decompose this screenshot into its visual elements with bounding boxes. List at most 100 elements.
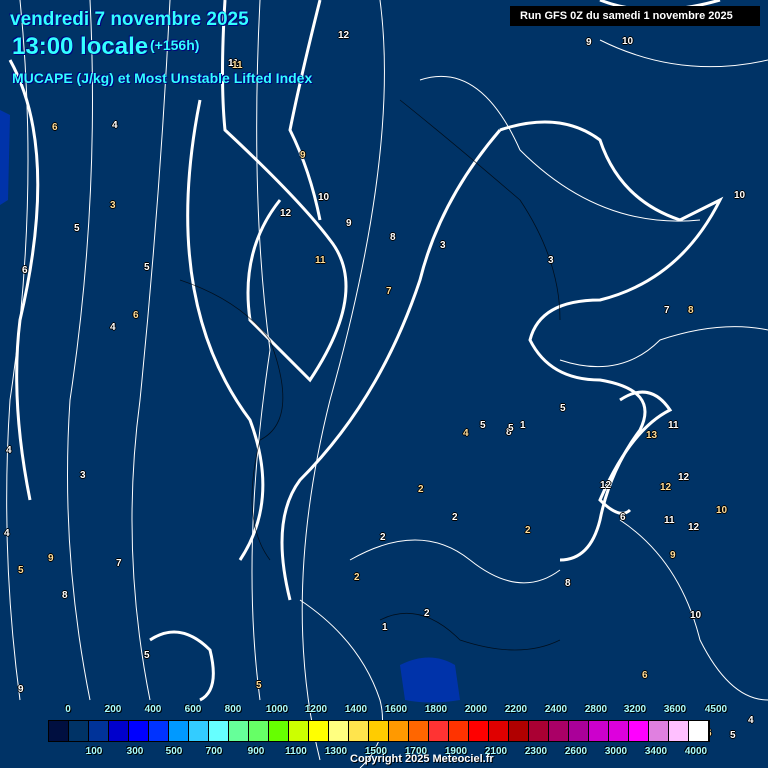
lifted-index-label: 9 xyxy=(586,37,592,48)
lifted-index-label: 4 xyxy=(463,428,469,439)
colorbar-bottom-label: 100 xyxy=(85,746,103,757)
lifted-index-label: 2 xyxy=(424,608,430,619)
forecast-time: 13:00 locale xyxy=(12,33,149,60)
colorbar-swatch xyxy=(429,721,449,741)
lifted-index-label: 8 xyxy=(565,578,571,589)
weather-map xyxy=(0,0,768,768)
lifted-index-label: 6 xyxy=(620,512,626,523)
copyright: Copyright 2025 Meteociel.fr xyxy=(350,753,494,765)
lifted-index-label: 8 xyxy=(390,232,396,243)
colorbar-top-label: 2800 xyxy=(584,704,608,715)
lifted-index-label: 2 xyxy=(354,572,360,583)
colorbar-swatch xyxy=(469,721,489,741)
lifted-index-label: 12 xyxy=(600,480,612,491)
colorbar-swatch xyxy=(589,721,609,741)
colorbar xyxy=(48,720,710,742)
colorbar-swatch xyxy=(249,721,269,741)
colorbar-bottom-label: 1100 xyxy=(285,746,307,757)
colorbar-swatch xyxy=(629,721,649,741)
lifted-index-label: 10 xyxy=(734,190,746,201)
colorbar-swatch xyxy=(49,721,69,741)
colorbar-top-label: 0 xyxy=(65,704,71,715)
colorbar-top-label: 1800 xyxy=(424,704,448,715)
colorbar-swatch xyxy=(349,721,369,741)
colorbar-swatch xyxy=(329,721,349,741)
colorbar-swatch xyxy=(669,721,689,741)
lifted-index-label: 3 xyxy=(80,470,86,481)
lifted-index-label: 10 xyxy=(318,192,330,203)
colorbar-swatch xyxy=(549,721,569,741)
lifted-index-label: 10 xyxy=(716,505,728,516)
lifted-index-label: 5 xyxy=(18,565,24,576)
lifted-index-label: 12 xyxy=(280,208,292,219)
lifted-index-label: 5 xyxy=(508,423,514,434)
colorbar-swatch xyxy=(569,721,589,741)
colorbar-top-label: 3600 xyxy=(663,704,687,715)
colorbar-swatch xyxy=(189,721,209,741)
colorbar-swatch xyxy=(649,721,669,741)
lifted-index-label: 3 xyxy=(548,255,554,266)
lifted-index-label: 11 xyxy=(315,255,326,266)
colorbar-swatch xyxy=(69,721,89,741)
colorbar-bottom-label: 2600 xyxy=(564,746,588,757)
colorbar-swatch xyxy=(369,721,389,741)
lifted-index-label: 12 xyxy=(688,522,700,533)
colorbar-swatch xyxy=(169,721,189,741)
colorbar-swatch xyxy=(489,721,509,741)
colorbar-top-label: 800 xyxy=(224,704,242,715)
colorbar-bottom-label: 4000 xyxy=(684,746,708,757)
lifted-index-label: 9 xyxy=(48,553,54,564)
colorbar-top-label: 200 xyxy=(104,704,122,715)
colorbar-swatch xyxy=(109,721,129,741)
lifted-index-label: 1 xyxy=(520,420,526,431)
lifted-index-label: 2 xyxy=(452,512,458,523)
colorbar-swatch xyxy=(409,721,429,741)
colorbar-swatch xyxy=(689,721,709,741)
colorbar-swatch xyxy=(289,721,309,741)
lifted-index-label: 3 xyxy=(440,240,446,251)
lifted-index-label: 2 xyxy=(418,484,424,495)
colorbar-bottom-label: 700 xyxy=(205,746,223,757)
cape-patch xyxy=(400,657,460,703)
lifted-index-label: 11 xyxy=(668,420,679,431)
colorbar-swatch xyxy=(529,721,549,741)
lifted-index-label: 5 xyxy=(74,223,80,234)
colorbar-swatch xyxy=(229,721,249,741)
lifted-index-label: 10 xyxy=(622,36,634,47)
colorbar-swatch xyxy=(269,721,289,741)
lifted-index-label: 11 xyxy=(664,515,675,526)
colorbar-swatch xyxy=(209,721,229,741)
lifted-index-label: 6 xyxy=(133,310,139,321)
colorbar-top-label: 2200 xyxy=(504,704,528,715)
lifted-index-label: 12 xyxy=(338,30,350,41)
map-title: MUCAPE (J/kg) et Most Unstable Lifted In… xyxy=(12,70,313,86)
lifted-index-label: 4 xyxy=(112,120,118,131)
lifted-index-label: 9 xyxy=(670,550,676,561)
lifted-index-label: 5 xyxy=(480,420,486,431)
colorbar-top-label: 2400 xyxy=(544,704,568,715)
lifted-index-label: 8 xyxy=(62,590,68,601)
colorbar-swatch xyxy=(89,721,109,741)
colorbar-top-label: 1000 xyxy=(265,704,289,715)
colorbar-bottom-label: 1300 xyxy=(324,746,348,757)
colorbar-top-label: 400 xyxy=(144,704,162,715)
lifted-index-label: 10 xyxy=(690,610,702,621)
colorbar-swatch xyxy=(149,721,169,741)
cape-patch xyxy=(0,110,10,205)
lifted-index-label: 4 xyxy=(748,715,754,726)
lifted-index-label: 6 xyxy=(642,670,648,681)
lifted-index-label: 9 xyxy=(300,150,306,161)
colorbar-swatch xyxy=(389,721,409,741)
lifted-index-label: 12 xyxy=(660,482,672,493)
colorbar-swatch xyxy=(129,721,149,741)
lifted-index-label: 1 xyxy=(382,622,388,633)
lifted-index-label: 3 xyxy=(110,200,116,211)
lifted-index-label: 6 xyxy=(52,122,58,133)
lifted-index-label: 8 xyxy=(688,305,694,316)
lifted-index-label: 12 xyxy=(678,472,690,483)
colorbar-bottom-label: 3400 xyxy=(644,746,668,757)
lead-time: (+156h) xyxy=(150,37,200,53)
colorbar-bottom-label: 500 xyxy=(165,746,183,757)
run-label: Run GFS 0Z du samedi 1 novembre 2025 xyxy=(510,6,760,26)
lifted-index-label: 9 xyxy=(18,684,24,695)
